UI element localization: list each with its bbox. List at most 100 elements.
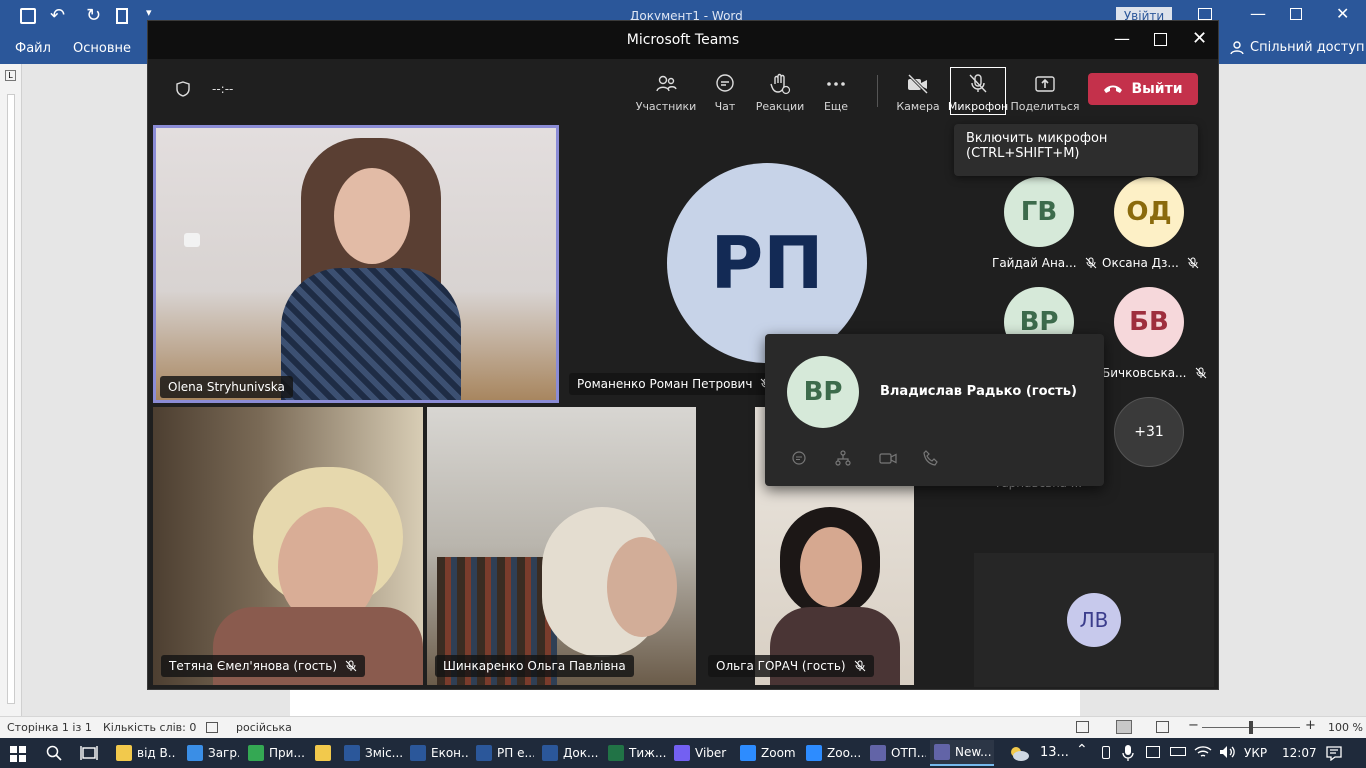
tab-selector-icon[interactable]: L [5, 70, 16, 81]
battery-icon[interactable] [1170, 747, 1186, 756]
wifi-icon[interactable] [1194, 744, 1212, 760]
tab-home[interactable]: Основне [73, 41, 131, 56]
zoom-slider-handle[interactable] [1249, 721, 1253, 734]
taskbar-item[interactable]: New... [930, 740, 994, 766]
taskbar-item[interactable]: Zoo... [802, 740, 862, 766]
close-icon[interactable]: ✕ [1336, 4, 1349, 23]
taskbar-item-label: РП е... [497, 746, 534, 760]
redo-icon[interactable]: ↻ [86, 5, 101, 26]
meeting-toolbar: --:-- Участники Чат Реакции Еще Камера М… [148, 59, 1218, 119]
taskbar-item[interactable]: Zoom [736, 740, 798, 766]
microphone-icon[interactable] [1122, 744, 1134, 762]
taskbar-item[interactable]: Екон... [406, 740, 468, 766]
search-icon[interactable] [46, 745, 62, 761]
camera-in-use-icon[interactable] [1146, 746, 1160, 758]
teams-maximize-icon[interactable] [1154, 33, 1167, 46]
avatar-oksana[interactable]: ОД [1114, 177, 1184, 247]
share-screen-button[interactable]: Поделиться [1010, 69, 1080, 113]
video-tile-tetiana[interactable]: Тетяна Ємел'янова (гость) [153, 407, 423, 685]
save-icon[interactable] [20, 8, 36, 24]
taskbar-item[interactable]: від В... [112, 740, 176, 766]
tab-file[interactable]: Файл [15, 41, 51, 56]
participant-name: Оксана Дз... [1102, 256, 1179, 270]
taskbar-item[interactable] [311, 740, 335, 766]
input-language[interactable]: УКР [1244, 746, 1267, 760]
mic-button[interactable]: Микрофон [948, 69, 1008, 113]
teams-minimize-icon[interactable]: — [1114, 29, 1130, 48]
web-layout-icon[interactable] [1156, 721, 1169, 733]
word-count[interactable]: Кількість слів: 0 [103, 721, 196, 734]
participant-label-oksana: Оксана Дз... [1102, 256, 1199, 270]
taskbar-item[interactable]: Загр... [183, 740, 239, 766]
camera-button[interactable]: Камера [896, 69, 940, 113]
zoom-level[interactable]: 100 % [1328, 721, 1363, 734]
video-tile-olena[interactable]: Olena Stryhunivska [153, 125, 559, 403]
avatar-lv: ЛВ [1067, 593, 1121, 647]
video-call-icon[interactable] [879, 450, 897, 466]
mic-off-icon [969, 74, 987, 93]
windows-taskbar: від В... Загр... При... Зміс... Екон... РП е.… [0, 738, 1366, 768]
self-preview-tile[interactable]: ЛВ [974, 553, 1214, 687]
taskbar-item[interactable]: Viber [670, 740, 732, 766]
more-button[interactable]: Еще [822, 69, 850, 113]
language-status[interactable]: російська [236, 721, 292, 734]
minimize-icon[interactable]: — [1250, 4, 1266, 23]
notification-icon[interactable] [1326, 745, 1342, 761]
zoom-out-button[interactable]: − [1188, 718, 1199, 733]
leave-button[interactable]: Выйти [1088, 73, 1198, 105]
taskbar-item[interactable]: РП е... [472, 740, 534, 766]
avatar-bychkovska[interactable]: БВ [1114, 287, 1184, 357]
taskbar-item-label: Док... [563, 746, 599, 760]
new-document-icon[interactable] [116, 8, 128, 24]
clock[interactable]: 12:07 [1282, 746, 1317, 760]
share-button[interactable]: Спільний доступ [1230, 40, 1365, 55]
proofing-icon[interactable] [206, 722, 218, 733]
task-view-icon[interactable] [80, 745, 98, 761]
app-icon [248, 745, 264, 761]
leave-label: Выйти [1131, 81, 1183, 97]
app-icon [608, 745, 624, 761]
teams-window-title: Microsoft Teams [626, 32, 740, 48]
usb-icon[interactable] [1102, 746, 1110, 759]
zoom-in-button[interactable]: + [1305, 718, 1316, 733]
taskbar-item-label: Zoo... [827, 746, 862, 760]
taskbar-item[interactable]: Тиж... [604, 740, 666, 766]
profile-avatar: ВР [787, 356, 859, 428]
chat-button[interactable]: Чат [710, 69, 740, 113]
taskbar-item[interactable]: При... [244, 740, 306, 766]
reactions-button[interactable]: Реакции [756, 69, 804, 113]
page-count[interactable]: Сторінка 1 із 1 [7, 721, 92, 734]
meeting-timer: --:-- [212, 82, 234, 96]
print-layout-icon[interactable] [1116, 720, 1132, 734]
chat-icon[interactable] [791, 450, 807, 466]
tooltip-shortcut: (CTRL+SHIFT+M) [966, 146, 1080, 161]
chevron-up-icon[interactable]: ⌃ [1076, 742, 1088, 758]
name-tag: Романенко Роман Петрович [569, 373, 781, 395]
windows-start-icon[interactable] [10, 746, 26, 762]
undo-icon[interactable]: ↶ [50, 5, 65, 26]
chat-label: Чат [714, 100, 736, 113]
video-socket [184, 233, 200, 247]
teams-close-icon[interactable]: ✕ [1192, 28, 1207, 49]
taskbar-item[interactable]: ОТП... [866, 740, 926, 766]
avatar-gaidai[interactable]: ГВ [1004, 177, 1074, 247]
video-face [800, 527, 862, 607]
taskbar-item[interactable]: Док... [538, 740, 600, 766]
participants-button[interactable]: Участники [635, 69, 697, 113]
more-participants-button[interactable]: +31 [1114, 397, 1184, 467]
ribbon-display-icon[interactable] [1198, 8, 1212, 20]
phone-call-icon[interactable] [923, 450, 939, 466]
weather-icon[interactable] [1008, 744, 1030, 762]
video-tile-shynkarenko[interactable]: Шинкаренко Ольга Павлівна [427, 407, 696, 685]
volume-icon[interactable] [1218, 744, 1236, 760]
read-mode-icon[interactable] [1076, 721, 1089, 733]
taskbar-item[interactable]: Зміс... [340, 740, 402, 766]
customize-toolbar-icon[interactable]: ▾ [146, 6, 152, 19]
restore-icon[interactable] [1290, 8, 1302, 20]
org-chart-icon[interactable] [835, 450, 851, 466]
participants-label: Участники [635, 100, 697, 113]
taskbar-item-label: New... [955, 745, 992, 759]
weather-temp[interactable]: 13... [1040, 745, 1069, 760]
participant-name: Гайдай Ана... [992, 256, 1077, 270]
shield-icon[interactable] [176, 81, 190, 97]
